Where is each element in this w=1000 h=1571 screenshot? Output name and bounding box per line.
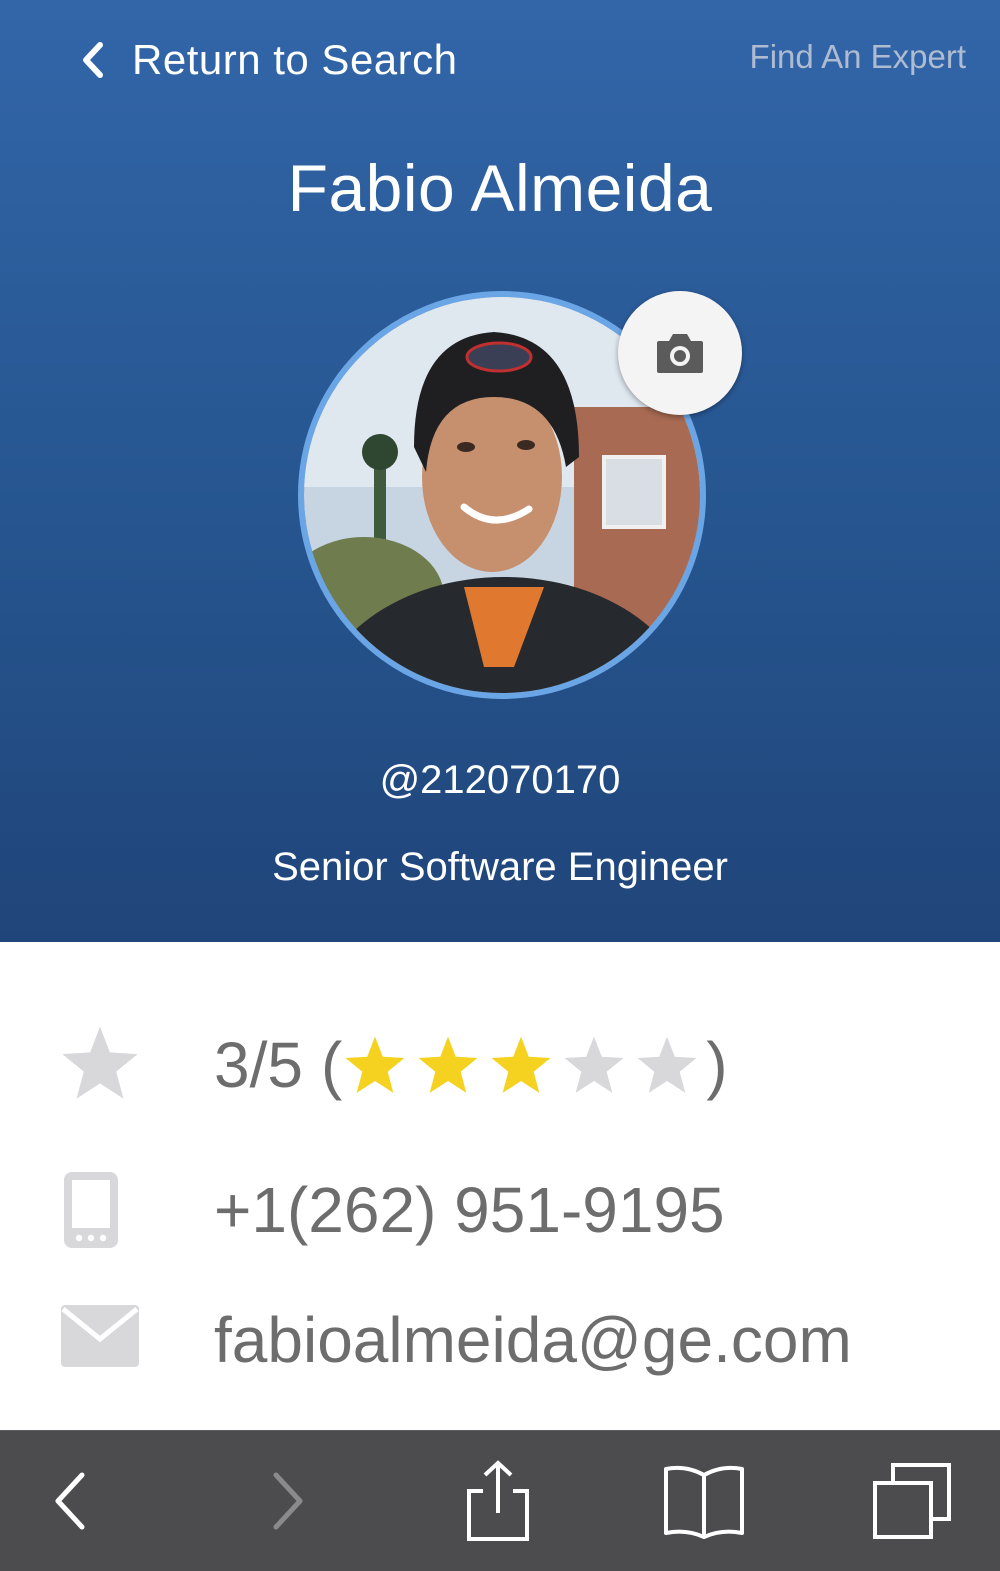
change-photo-button[interactable] [618, 291, 742, 415]
return-to-search-link[interactable]: Return to Search [78, 30, 458, 90]
chevron-left-icon [55, 1472, 85, 1530]
star-empty-icon [564, 1036, 624, 1093]
share-icon [466, 1460, 529, 1541]
rating-close-paren: ) [706, 1029, 728, 1101]
star-filled-icon [345, 1036, 405, 1093]
chevron-left-icon [83, 42, 103, 78]
find-an-expert-link[interactable]: Find An Expert [750, 38, 966, 76]
tabs-button[interactable] [866, 1459, 958, 1543]
return-to-search-label: Return to Search [132, 36, 458, 83]
star-empty-icon [637, 1036, 697, 1093]
email-row: fabioalmeida@ge.com [0, 1295, 1000, 1405]
star-icon [62, 1026, 138, 1099]
browser-back-button[interactable] [30, 1459, 110, 1543]
email-address[interactable]: fabioalmeida@ge.com [214, 1303, 852, 1377]
rating-row: 3/5 ( ) [0, 1020, 1000, 1130]
bookmarks-book-icon [664, 1465, 744, 1539]
job-title: Senior Software Engineer [272, 845, 728, 889]
envelope-icon [61, 1305, 139, 1367]
phone-row: +1(262) 951-9195 [0, 1165, 1000, 1275]
browser-forward-button[interactable] [248, 1459, 328, 1543]
bookmarks-button[interactable] [658, 1459, 750, 1543]
share-button[interactable] [455, 1459, 540, 1543]
tabs-icon [873, 1463, 951, 1539]
user-handle: @212070170 [379, 758, 621, 802]
phone-number[interactable]: +1(262) 951-9195 [214, 1173, 725, 1247]
rating-stars [344, 1035, 704, 1095]
camera-icon [657, 334, 703, 373]
rating-text-group: 3/5 ( ) [214, 1028, 728, 1102]
mobile-phone-icon [64, 1172, 118, 1248]
rating-open-paren: ( [320, 1029, 343, 1101]
chevron-right-icon [273, 1472, 303, 1530]
rating-value: 3/5 [214, 1029, 303, 1101]
profile-header: Return to Search Find An Expert Fabio Al… [0, 0, 1000, 942]
profile-name: Fabio Almeida [287, 151, 713, 225]
browser-toolbar [0, 1430, 1000, 1571]
star-filled-icon [491, 1036, 551, 1093]
star-filled-icon [418, 1036, 478, 1093]
